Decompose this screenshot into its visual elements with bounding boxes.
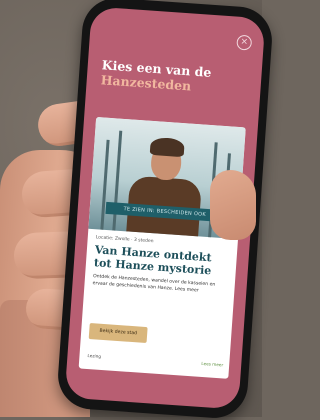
thumb bbox=[210, 170, 256, 240]
person-hair bbox=[149, 136, 185, 158]
card-body: Locatie: Zwolle · 3 steden Van Hanze ont… bbox=[92, 235, 231, 296]
tree-trunk bbox=[100, 139, 110, 230]
card-footer: Lezing Lees meer bbox=[87, 353, 223, 370]
card-title: Van Hanze ontdekt tot Hanze mystorie bbox=[93, 243, 212, 277]
tree-trunk bbox=[112, 130, 123, 231]
read-more-link[interactable]: Lees meer bbox=[201, 361, 223, 368]
view-city-button[interactable]: Bekijk deze stad bbox=[88, 323, 148, 344]
headline: Kies een van de Hanzesteden bbox=[100, 57, 252, 97]
city-card[interactable]: TE ZIEN IN: BESCHEIDEN OOK Locatie: Zwol… bbox=[78, 116, 246, 379]
close-icon[interactable]: × bbox=[236, 34, 253, 51]
footer-left-label: Lezing bbox=[87, 352, 102, 359]
